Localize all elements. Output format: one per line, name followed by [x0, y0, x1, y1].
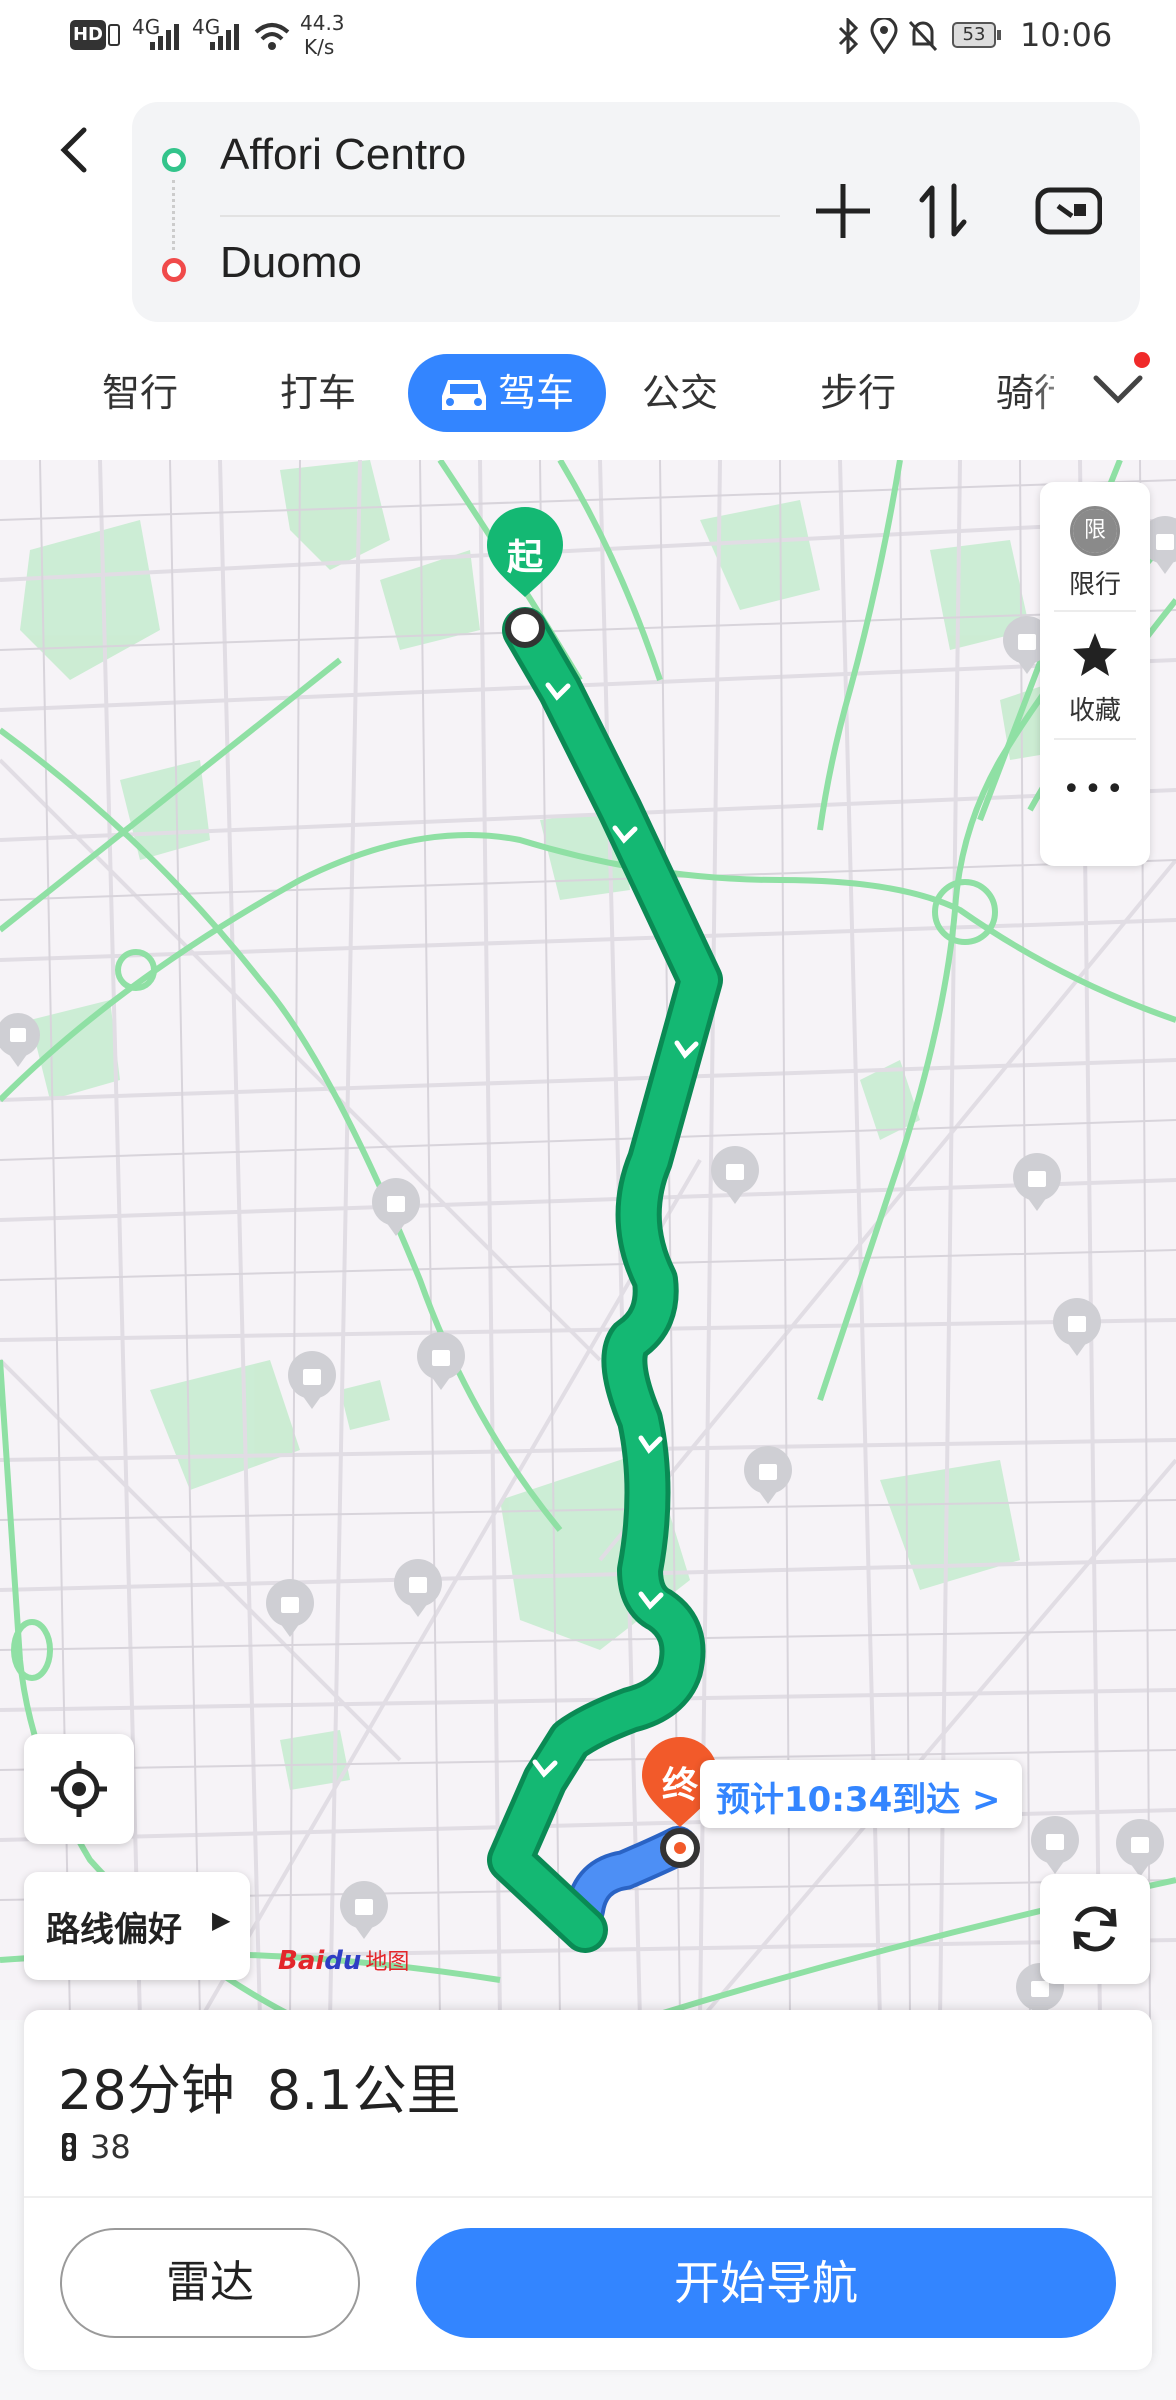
- signal-icon-2: [210, 24, 239, 50]
- tab-drive[interactable]: 驾车: [408, 354, 606, 432]
- route-summary: 28分钟 8.1公里: [58, 2046, 461, 2125]
- card-divider: [24, 2196, 1152, 2198]
- destination-dot: [162, 258, 186, 282]
- traffic-light-value: 38: [90, 2128, 131, 2166]
- field-divider: [220, 215, 780, 217]
- more-options-icon[interactable]: •••: [1040, 772, 1150, 807]
- mute-icon: [908, 20, 938, 52]
- bluetooth-icon: [838, 18, 859, 54]
- caret-right-icon: ▶: [212, 1906, 231, 1934]
- route-summary-card: 28分钟 8.1公里 38 雷达 开始导航: [24, 2010, 1152, 2370]
- hd-icon: HD: [70, 20, 106, 50]
- status-bar: HD 4G 4G 44.3 K/s 53 10:06: [0, 0, 1176, 72]
- tab-fade: [1030, 350, 1090, 436]
- baidu-logo: Baidu 地图: [278, 1944, 409, 1984]
- chevron-down-icon[interactable]: [1090, 370, 1146, 410]
- traffic-light-count: 38: [58, 2128, 131, 2166]
- wifi-icon: [254, 23, 290, 50]
- distance: 8.1公里: [266, 2059, 461, 2122]
- restriction-icon-glyph: 限: [1073, 509, 1117, 553]
- eta-tooltip[interactable]: 预计10:34到达 >: [700, 1760, 1022, 1828]
- battery-icon: 53: [952, 22, 996, 48]
- dot-connector: [172, 180, 177, 250]
- add-waypoint-icon[interactable]: [808, 176, 878, 246]
- share-screen-icon[interactable]: [1032, 176, 1102, 246]
- back-arrow-icon[interactable]: [50, 120, 100, 180]
- star-icon[interactable]: [1070, 630, 1120, 680]
- traffic-light-icon: [62, 2133, 76, 2161]
- route-preference-button[interactable]: 路线偏好 ▶: [24, 1872, 250, 1980]
- baidu-logo-paw: du: [324, 1946, 362, 1976]
- tab-taxi[interactable]: 打车: [258, 355, 378, 431]
- favorite-label: 收藏: [1068, 696, 1121, 726]
- route-preference-label: 路线偏好: [46, 1910, 182, 1950]
- start-marker-label: 起: [506, 537, 543, 578]
- net-speed-unit: K/s: [304, 35, 335, 59]
- origin-dot: [162, 148, 186, 172]
- restriction-label: 限行: [1068, 570, 1121, 600]
- radar-button[interactable]: 雷达: [60, 2228, 360, 2338]
- restriction-icon[interactable]: 限: [1070, 506, 1120, 556]
- end-marker-label: 终: [661, 1765, 698, 1806]
- side-panel-divider: [1054, 738, 1136, 740]
- locate-button[interactable]: [24, 1734, 134, 1844]
- data-link-icon: [108, 24, 120, 46]
- eta-text: 预计10:34到达 >: [716, 1780, 1001, 1820]
- tab-walk[interactable]: 步行: [798, 355, 918, 431]
- net-speed-value: 44.3: [300, 11, 345, 35]
- swap-route-icon[interactable]: [912, 176, 982, 246]
- battery-tip: [997, 30, 1001, 40]
- tab-smart[interactable]: 智行: [80, 355, 200, 431]
- clock: 10:06: [1020, 16, 1113, 54]
- origin-field[interactable]: Affori Centro: [220, 130, 466, 180]
- crosshair-icon: [51, 1761, 107, 1817]
- car-icon: [442, 380, 486, 410]
- duration: 28分钟: [58, 2059, 235, 2122]
- refresh-button[interactable]: [1040, 1874, 1150, 1984]
- baidu-logo-text: Bai: [278, 1946, 325, 1976]
- side-panel-divider: [1054, 610, 1136, 612]
- notification-dot: [1134, 352, 1150, 368]
- tab-transit[interactable]: 公交: [620, 355, 740, 431]
- map-side-panel: 限 限行 收藏 •••: [1040, 482, 1150, 866]
- destination-field[interactable]: Duomo: [220, 238, 362, 288]
- signal-icon-1: [150, 24, 179, 50]
- start-navigation-button[interactable]: 开始导航: [416, 2228, 1116, 2338]
- baidu-logo-map: 地图: [365, 1950, 410, 1975]
- location-icon: [870, 18, 898, 54]
- refresh-icon: [1073, 1906, 1117, 1952]
- tab-drive-label: 驾车: [498, 371, 575, 415]
